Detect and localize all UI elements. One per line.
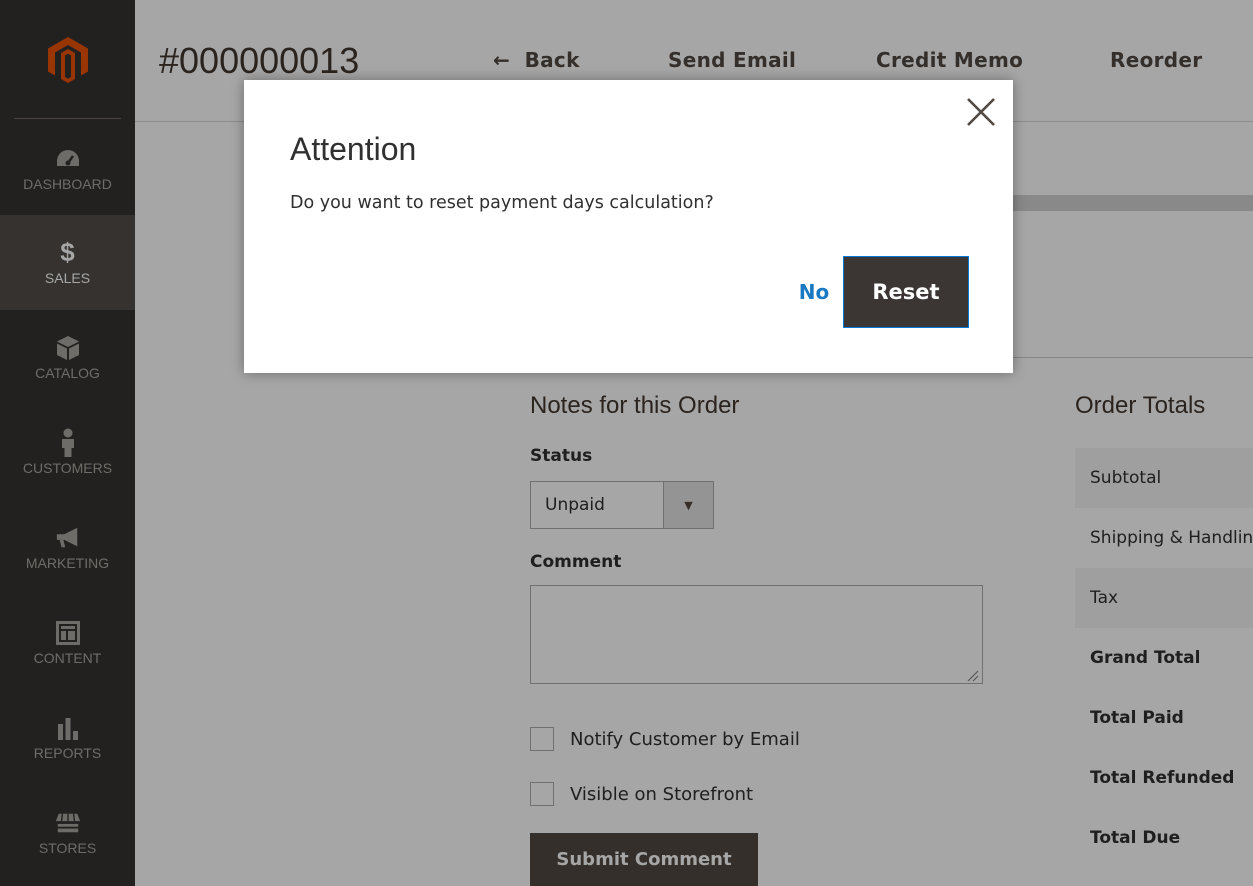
close-button[interactable] [961, 92, 1001, 132]
modal-message: Do you want to reset payment days calcul… [290, 193, 714, 213]
modal-title: Attention [290, 131, 417, 167]
close-icon [967, 98, 995, 126]
attention-modal: Attention Do you want to reset payment d… [244, 80, 1013, 373]
reset-button[interactable]: Reset [843, 256, 969, 328]
